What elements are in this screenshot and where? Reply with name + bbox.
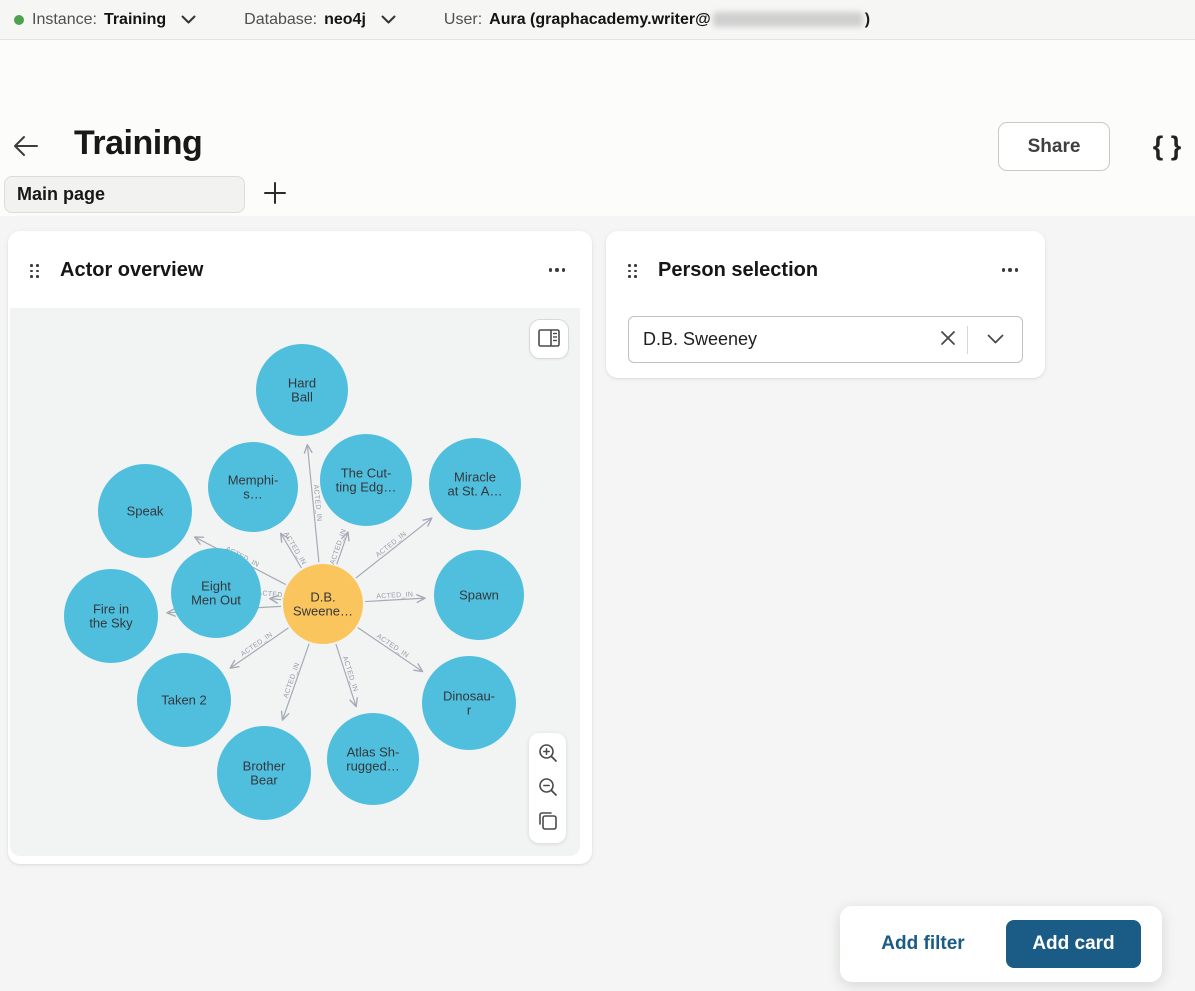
page-title: Training [74,124,202,163]
graph-node-label: HardBall [288,376,316,405]
graph-node-miracle[interactable]: Miracleat St. A… [429,438,521,530]
graph-visualization: ACTED_INACTED_INACTED_INACTED_INACTED_IN… [10,308,580,856]
graph-node-dinosaur[interactable]: Dinosau-r [422,656,516,750]
graph-edge[interactable] [356,518,432,578]
add-page-button[interactable] [260,179,290,209]
zoom-in-icon [538,743,558,766]
graph-edge-label: ACTED_IN [375,531,408,559]
graph-node-speak[interactable]: Speak [98,464,192,558]
graph-edge-label: ACTED_IN [240,631,274,658]
graph-node-eightmenout[interactable]: EightMen Out [171,548,261,638]
dashboard-header: Training Share { } [0,40,1195,173]
page-tabs: Main page [0,173,1195,216]
back-button[interactable] [10,132,40,162]
graph-node-brotherbear[interactable]: BrotherBear [217,726,311,820]
open-dropdown-button[interactable] [968,317,1022,362]
tab-main-page[interactable]: Main page [4,176,245,213]
zoom-out-icon [538,777,558,800]
clear-selection-button[interactable] [929,317,967,362]
graph-zoom-controls [529,733,566,843]
tab-label: Main page [17,184,105,205]
graph-node-dbs[interactable]: D.B.Sweene… [283,564,363,644]
drag-handle-icon[interactable] [626,263,639,279]
graph-edge[interactable] [230,628,288,668]
zoom-in-button[interactable] [531,737,564,771]
dashboard-canvas: Actor overview ACTED_IN ACTED_IN ACTED_IN A… [0,216,1195,991]
fit-frame-icon [538,811,558,834]
card-actor-overview: Actor overview ACTED_IN ACTED_IN ACTED_IN A… [8,231,592,864]
instance-label: Instance: [32,11,97,29]
database-value: neo4j [324,11,366,29]
add-filter-button[interactable]: Add filter [840,920,1006,968]
database-label: Database: [244,11,317,29]
graph-edge-label: ACTED_IN [282,531,307,566]
legend-panel-button[interactable] [529,319,569,359]
graph-node-label: Spawn [459,588,499,603]
card-person-selection: Person selection D.B. Sweeney [606,231,1045,378]
graph-node-atlasshrugged[interactable]: Atlas Sh-rugged… [327,713,419,805]
json-editor-button[interactable]: { } [1145,128,1189,164]
user-label: User: [444,11,482,29]
graph-edge[interactable] [358,628,423,672]
person-select[interactable]: D.B. Sweeney [628,316,1023,363]
graph-node-label: The Cut-ting Edg… [336,466,397,495]
drag-handle-icon[interactable] [28,263,41,279]
card-menu-button[interactable] [540,255,574,285]
connection-topbar: Instance: Training Database: neo4j User:… [0,0,1195,40]
card-menu-button[interactable] [993,255,1027,285]
close-icon [940,330,956,349]
fit-to-view-button[interactable] [531,805,564,839]
share-button[interactable]: Share [998,122,1110,171]
graph-node-label: Speak [127,504,164,519]
connection-status-icon [14,15,24,25]
chevron-down-icon[interactable] [181,15,196,24]
graph-edge[interactable] [282,644,309,720]
instance-selector[interactable]: Instance: Training [32,11,196,29]
graph-node-label: Miracleat St. A… [448,470,503,499]
graph-svg[interactable]: ACTED_INACTED_INACTED_INACTED_INACTED_IN… [10,308,580,856]
person-select-value: D.B. Sweeney [629,329,929,350]
instance-value: Training [104,11,166,29]
user-value: Aura (graphacademy.writer@) [489,11,870,29]
redacted-email-domain [713,12,863,27]
arrow-left-icon [12,134,39,161]
graph-node-spawn[interactable]: Spawn [434,550,524,640]
side-panel-icon [538,329,560,350]
plus-icon [262,180,288,209]
graph-node-cuttingedge[interactable]: The Cut-ting Edg… [320,434,412,526]
zoom-out-button[interactable] [531,771,564,805]
graph-edge-label: ACTED_IN [375,633,410,660]
chevron-down-icon [987,332,1004,347]
dashboard-actions: Add filter Add card [840,906,1162,982]
graph-node-label: Atlas Sh-rugged… [346,745,399,774]
card-title: Actor overview [60,259,203,282]
chevron-down-icon[interactable] [381,15,396,24]
graph-node-fireinthesky[interactable]: Fire inthe Sky [64,569,158,663]
graph-node-label: Taken 2 [161,693,207,708]
database-selector[interactable]: Database: neo4j [244,11,396,29]
graph-node-taken2[interactable]: Taken 2 [137,653,231,747]
user-info: User: Aura (graphacademy.writer@) [444,11,870,29]
card-title: Person selection [658,259,818,282]
graph-node-label: Fire inthe Sky [89,602,133,631]
add-card-button[interactable]: Add card [1006,920,1141,968]
graph-node-hardball[interactable]: HardBall [256,344,348,436]
graph-node-memphis[interactable]: Memphi-s… [208,442,298,532]
